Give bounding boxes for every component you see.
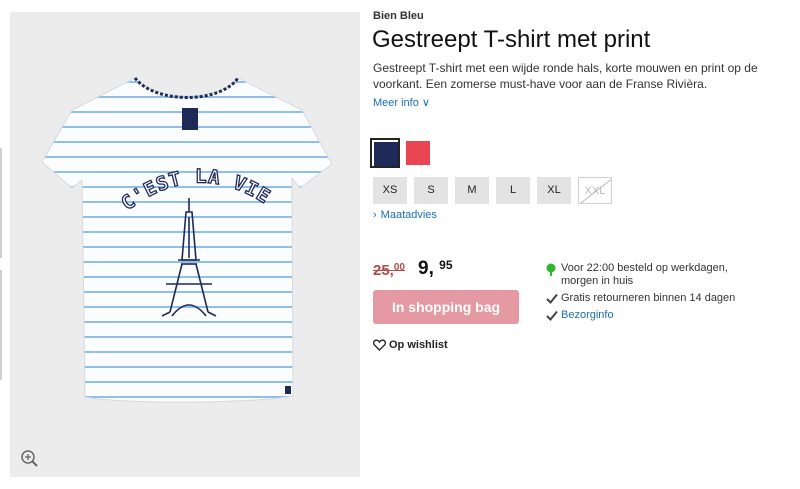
old-price: 25,00 (373, 262, 405, 279)
size-option[interactable]: XS (373, 177, 407, 204)
old-price-cents: 00 (393, 262, 405, 273)
unavailable-strike (579, 178, 611, 203)
size-option[interactable]: XL (537, 177, 571, 204)
more-info-link[interactable]: Meer info ∨ (373, 96, 430, 109)
check-icon (546, 310, 558, 325)
color-swatch-red[interactable] (403, 138, 433, 168)
old-price-whole: 25, (373, 262, 394, 279)
edge-marker (0, 148, 2, 258)
check-icon (546, 293, 558, 308)
delivery-line-1: Voor 22:00 besteld op werkdagen, (561, 262, 728, 274)
current-price: 9, 95 (418, 258, 453, 280)
wishlist-button[interactable]: Op wishlist (373, 339, 448, 354)
swatch-fill (374, 142, 398, 166)
shipping-info-row: Bezorginfo (546, 309, 735, 322)
product-title: Gestreept T-shirt met print (372, 26, 651, 53)
color-swatch-navy[interactable] (370, 138, 400, 168)
size-option[interactable]: L (496, 177, 530, 204)
returns-text: Gratis retourneren binnen 14 dagen (561, 292, 736, 304)
heart-outline-icon (373, 339, 386, 354)
shipping-info-link[interactable]: Bezorginfo (561, 309, 735, 322)
returns-row: Gratis retourneren binnen 14 dagen (546, 292, 735, 305)
size-option[interactable]: M (455, 177, 489, 204)
new-price-cents: 95 (439, 258, 453, 272)
size-advice-link[interactable]: › Maatadvies (373, 209, 437, 221)
delivery-time-row: Voor 22:00 besteld op werkdagen, morgen … (546, 262, 735, 288)
tshirt-illustration: C'EST LA VIE (41, 77, 333, 403)
green-dot-icon (546, 263, 556, 281)
new-price-whole: 9, (418, 258, 434, 279)
edge-marker (0, 270, 2, 380)
size-option[interactable]: S (414, 177, 448, 204)
product-description: Gestreept T-shirt met een wijde ronde ha… (373, 61, 758, 91)
brand-name[interactable]: Bien Bleu (373, 10, 424, 22)
add-to-bag-button[interactable]: In shopping bag (373, 290, 519, 324)
product-image[interactable]: C'EST LA VIE (10, 12, 360, 477)
wishlist-label: Op wishlist (389, 339, 448, 351)
chevron-right-icon: › (373, 209, 377, 221)
size-advice-label: Maatadvies (380, 209, 437, 221)
page-edge (0, 0, 10, 489)
size-option-unavailable: XXL (578, 177, 612, 204)
delivery-info: Voor 22:00 besteld op werkdagen, morgen … (546, 262, 735, 326)
zoom-in-icon[interactable] (20, 449, 40, 469)
swatch-fill (406, 141, 430, 165)
delivery-line-2: morgen in huis (561, 275, 634, 287)
